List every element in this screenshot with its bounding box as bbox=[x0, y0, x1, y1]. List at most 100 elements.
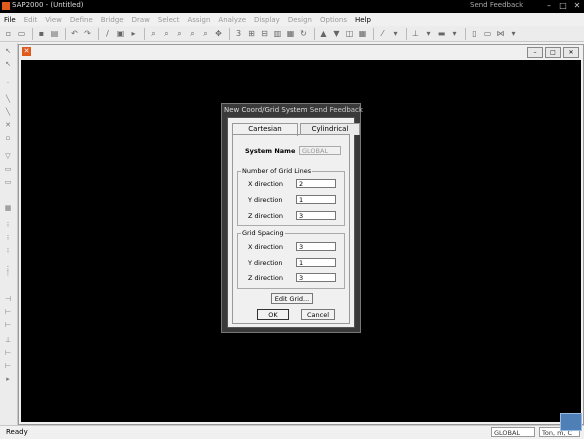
cancel-button[interactable]: Cancel bbox=[301, 309, 335, 320]
view-yz-icon[interactable]: ▥ bbox=[272, 28, 283, 39]
view-xy-icon[interactable]: ⊞ bbox=[246, 28, 257, 39]
menu-display[interactable]: Display bbox=[250, 16, 284, 24]
run-analysis-icon[interactable]: ▸ bbox=[128, 28, 139, 39]
quick-draw-frame-icon[interactable]: ╲ bbox=[3, 108, 13, 117]
system-name-label: System Name bbox=[245, 147, 296, 155]
grid-spacing-group-label: Grid Spacing bbox=[241, 229, 285, 237]
close-button[interactable]: ✕ bbox=[570, 0, 584, 12]
snap-points-icon[interactable]: ⋮ bbox=[3, 269, 13, 278]
pencil-icon[interactable]: / bbox=[102, 28, 113, 39]
chevron-down-icon[interactable]: ▾ bbox=[449, 28, 460, 39]
snap-lines-icon[interactable]: ⊢ bbox=[3, 349, 13, 358]
pan-icon[interactable]: ✥ bbox=[213, 28, 224, 39]
spacing-y-input[interactable]: 1 bbox=[296, 258, 336, 267]
draw-brace-icon[interactable]: ✕ bbox=[3, 121, 13, 130]
model-window-icon: ✕ bbox=[22, 47, 31, 56]
menu-edit[interactable]: Edit bbox=[20, 16, 42, 24]
snap-end-icon[interactable]: ⊣ bbox=[3, 295, 13, 304]
grid-lines-y-input[interactable]: 1 bbox=[296, 195, 336, 204]
menu-bridge[interactable]: Bridge bbox=[97, 16, 128, 24]
object-shrink-icon[interactable]: ◫ bbox=[344, 28, 355, 39]
clear-selection-icon[interactable]: ⁝ bbox=[3, 247, 13, 256]
zoom-out-icon[interactable]: ⌕ bbox=[200, 28, 211, 39]
select-previous-icon[interactable]: ⁝ bbox=[3, 234, 13, 243]
main-toolbar: ▫ ▭ ▪ ▤ ↶ ↷ / ▣ ▸ ⌕ ⌕ ⌕ ⌕ ⌕ ✥ 3 ⊞ ⊟ ▥ ▦ … bbox=[0, 26, 584, 42]
draw-solid-icon[interactable]: ▦ bbox=[3, 204, 13, 213]
menu-select[interactable]: Select bbox=[154, 16, 184, 24]
snap-more-icon[interactable]: ▸ bbox=[3, 375, 13, 384]
grid-lines-z-input[interactable]: 3 bbox=[296, 211, 336, 220]
frame-section-icon[interactable]: ▯ bbox=[469, 28, 480, 39]
snap-fine-grid-icon[interactable]: ⊢ bbox=[3, 362, 13, 371]
maximize-button[interactable]: □ bbox=[556, 0, 570, 12]
draw-area-icon[interactable]: ▫ bbox=[3, 134, 13, 143]
move-down-icon[interactable]: ▼ bbox=[331, 28, 342, 39]
grid-lines-z-label: Z direction bbox=[248, 212, 284, 220]
menu-file[interactable]: File bbox=[0, 16, 20, 24]
spacing-z-label: Z direction bbox=[248, 274, 284, 282]
menu-define[interactable]: Define bbox=[66, 16, 97, 24]
menu-analyze[interactable]: Analyze bbox=[214, 16, 250, 24]
view-xz-icon[interactable]: ⊟ bbox=[259, 28, 270, 39]
pointer-icon[interactable]: ↖ bbox=[3, 47, 13, 56]
print-icon[interactable]: ▤ bbox=[49, 28, 60, 39]
dialog-send-feedback-link[interactable]: Send Feedback bbox=[310, 106, 363, 114]
toolbar-divider bbox=[373, 27, 374, 40]
spacing-x-input[interactable]: 3 bbox=[296, 242, 336, 251]
minimize-button[interactable]: – bbox=[542, 0, 556, 12]
zoom-previous-icon[interactable]: ⌕ bbox=[174, 28, 185, 39]
truss-icon[interactable]: ⋈ bbox=[495, 28, 506, 39]
menu-options[interactable]: Options bbox=[316, 16, 351, 24]
area-section-icon[interactable]: ▭ bbox=[482, 28, 493, 39]
rotate-view-icon[interactable]: ↻ bbox=[298, 28, 309, 39]
zoom-window-icon[interactable]: ⌕ bbox=[148, 28, 159, 39]
select-all-icon[interactable]: ⁝ bbox=[3, 221, 13, 230]
lock-icon[interactable]: ▣ bbox=[115, 28, 126, 39]
model-restore-button[interactable]: □ bbox=[545, 47, 561, 58]
move-up-icon[interactable]: ▲ bbox=[318, 28, 329, 39]
open-folder-icon[interactable]: ▭ bbox=[16, 28, 27, 39]
redo-icon[interactable]: ↷ bbox=[82, 28, 93, 39]
menu-view[interactable]: View bbox=[41, 16, 66, 24]
menu-help[interactable]: Help bbox=[351, 16, 375, 24]
grid-lines-x-input[interactable]: 2 bbox=[296, 179, 336, 188]
draw-joint-icon[interactable]: · bbox=[3, 79, 13, 88]
draw-poly-area-icon[interactable]: ▽ bbox=[3, 152, 13, 161]
view-3d-icon[interactable]: 3 bbox=[233, 28, 244, 39]
system-name-field: GLOBAL bbox=[299, 146, 341, 155]
menu-design[interactable]: Design bbox=[284, 16, 316, 24]
cartesian-panel: System Name GLOBAL Number of Grid Lines … bbox=[232, 134, 350, 324]
snap-mid-icon[interactable]: ⊢ bbox=[3, 308, 13, 317]
zoom-extents-icon[interactable]: ⌕ bbox=[161, 28, 172, 39]
chevron-down-icon[interactable]: ▾ bbox=[423, 28, 434, 39]
draw-frame-icon[interactable]: ╲ bbox=[3, 95, 13, 104]
zoom-in-icon[interactable]: ⌕ bbox=[187, 28, 198, 39]
taskbar-thumbnail-icon[interactable] bbox=[560, 413, 582, 431]
quick-draw-area-icon[interactable]: ▭ bbox=[3, 178, 13, 187]
assign-icon[interactable]: ⁄ bbox=[377, 28, 388, 39]
model-minimize-button[interactable]: – bbox=[527, 47, 543, 58]
draw-rect-area-icon[interactable]: ▭ bbox=[3, 165, 13, 174]
send-feedback-link[interactable]: Send Feedback bbox=[470, 1, 523, 9]
deformed-shape-icon[interactable]: ⊥ bbox=[410, 28, 421, 39]
new-file-icon[interactable]: ▫ bbox=[3, 28, 14, 39]
menu-assign[interactable]: Assign bbox=[184, 16, 215, 24]
menu-draw[interactable]: Draw bbox=[128, 16, 154, 24]
edit-grid-button[interactable]: Edit Grid... bbox=[271, 293, 313, 304]
undo-icon[interactable]: ↶ bbox=[69, 28, 80, 39]
display-forces-icon[interactable]: ▬ bbox=[436, 28, 447, 39]
new-coord-grid-dialog: New Coord/Grid System Send Feedback Cart… bbox=[221, 103, 363, 333]
reshaper-icon[interactable]: ↖ bbox=[3, 60, 13, 69]
snap-intersect-icon[interactable]: ⊢ bbox=[3, 321, 13, 330]
view-nv-icon[interactable]: ▦ bbox=[285, 28, 296, 39]
spacing-z-input[interactable]: 3 bbox=[296, 273, 336, 282]
chevron-down-icon[interactable]: ▾ bbox=[390, 28, 401, 39]
model-close-button[interactable]: ✕ bbox=[563, 47, 579, 58]
snap-perpendicular-icon[interactable]: ⊥ bbox=[3, 336, 13, 345]
save-icon[interactable]: ▪ bbox=[36, 28, 47, 39]
coordinate-system-dropdown[interactable]: GLOBAL bbox=[491, 427, 535, 437]
ok-button[interactable]: OK bbox=[257, 309, 289, 320]
grid-icon[interactable]: ▦ bbox=[357, 28, 368, 39]
chevron-down-icon[interactable]: ▾ bbox=[508, 28, 519, 39]
grid-spacing-group: Grid Spacing X direction 3 Y direction 1… bbox=[237, 229, 345, 289]
